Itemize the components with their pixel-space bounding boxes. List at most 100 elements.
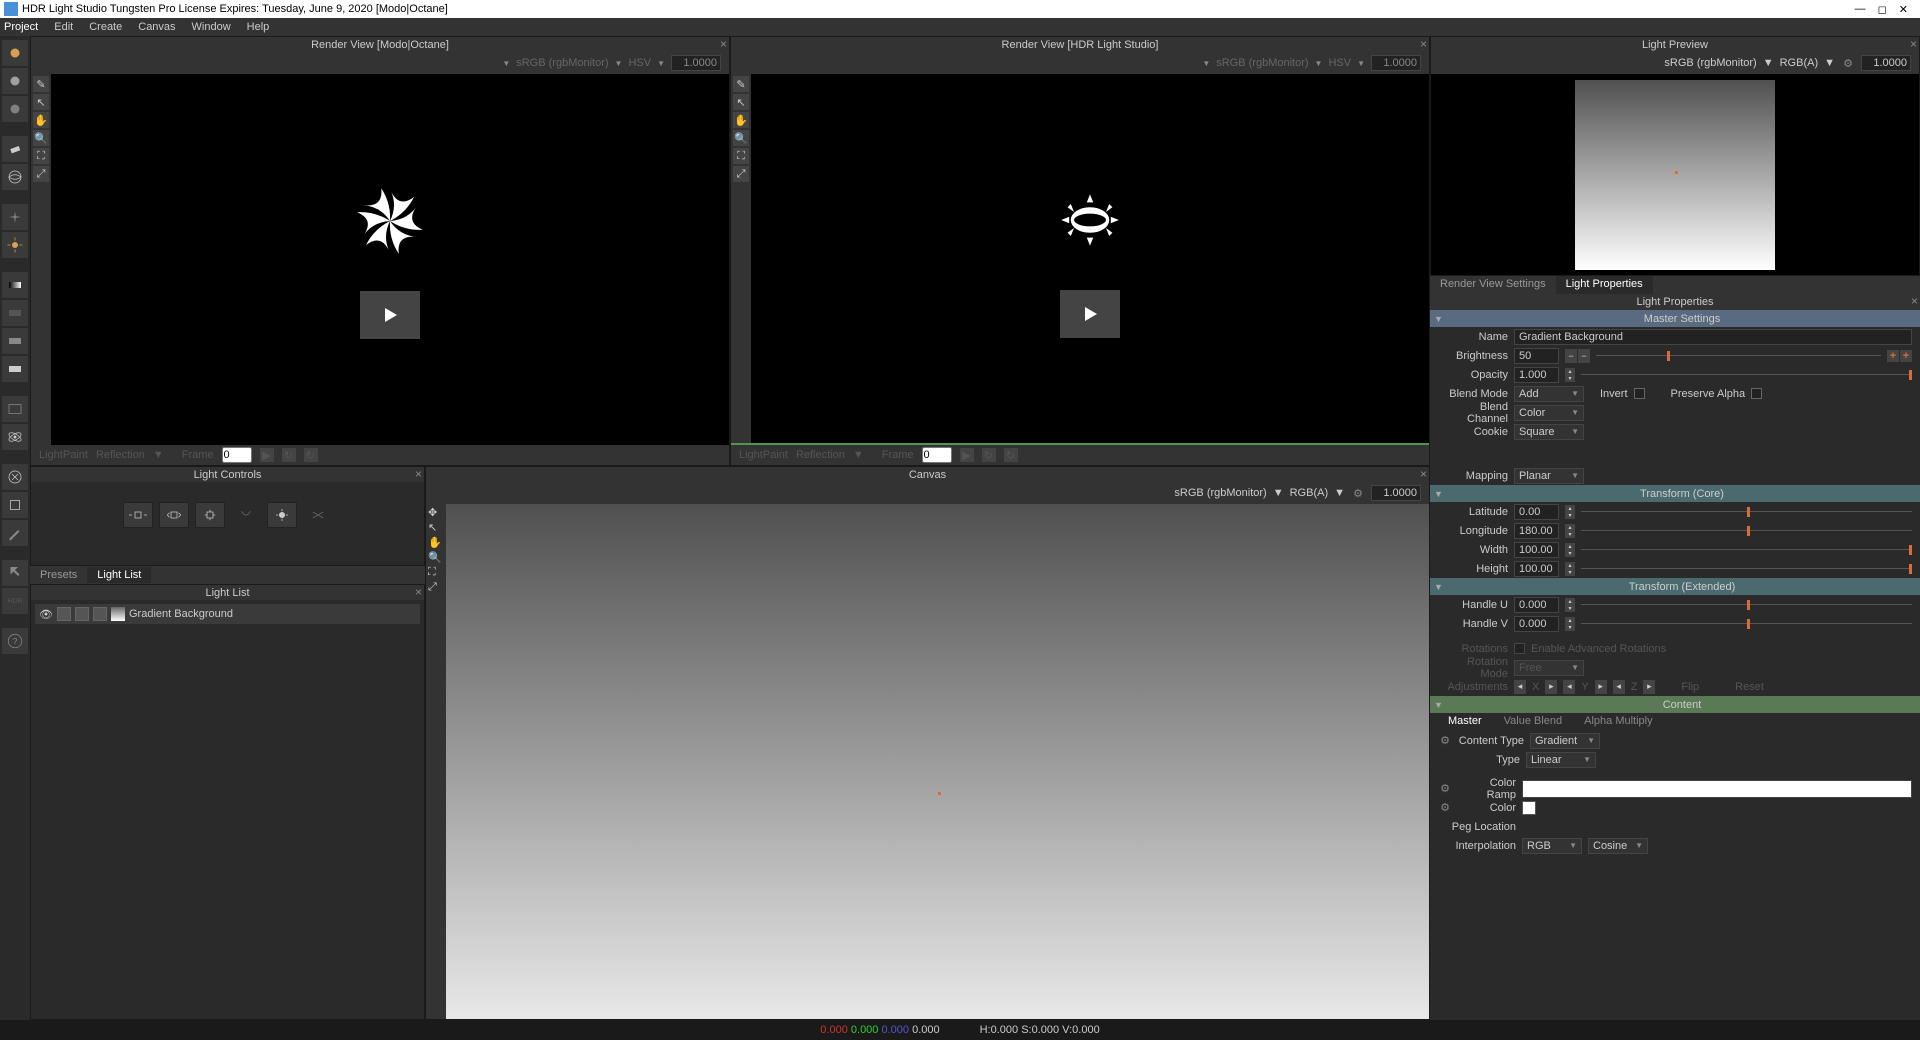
move-icon[interactable]: ✥: [428, 506, 444, 519]
fit-icon[interactable]: ⛶: [33, 148, 49, 164]
y-down[interactable]: ◂: [1563, 680, 1575, 694]
blendchannel-dropdown[interactable]: Color▼: [1514, 405, 1584, 421]
dropdown-icon[interactable]: ▼: [1273, 487, 1284, 499]
colorspace-label[interactable]: sRGB (rgbMonitor): [1664, 57, 1756, 69]
close-icon[interactable]: ✕: [1899, 3, 1908, 16]
spinner-up[interactable]: ▴: [1565, 617, 1575, 624]
handlev-input[interactable]: [1514, 616, 1559, 632]
play-button[interactable]: [360, 291, 420, 339]
colorspace-label[interactable]: sRGB (rgbMonitor): [516, 57, 608, 69]
height-input[interactable]: [1514, 561, 1559, 577]
maximize-icon[interactable]: ◻: [1878, 3, 1887, 16]
dropdown-icon[interactable]: ▼: [657, 59, 665, 68]
spinner-up[interactable]: ▴: [1565, 524, 1575, 531]
x-down[interactable]: ◂: [1514, 680, 1526, 694]
menu-project[interactable]: Project: [4, 21, 38, 33]
brush-icon[interactable]: ✎: [33, 76, 49, 92]
hand-icon[interactable]: ✋: [428, 536, 444, 549]
eye-icon[interactable]: 👁: [39, 607, 53, 621]
exposure-input[interactable]: [1861, 55, 1911, 71]
color-swatch[interactable]: [1522, 801, 1536, 815]
zoom-icon[interactable]: 🔍: [733, 130, 749, 146]
lc-btn-2[interactable]: [159, 502, 189, 528]
solo-box[interactable]: [57, 607, 71, 621]
refresh2-icon[interactable]: ↻: [1004, 448, 1018, 462]
section-transform-ext[interactable]: ▼Transform (Extended): [1430, 578, 1920, 595]
gear-icon[interactable]: ⚙: [1351, 486, 1365, 500]
dropdown-icon[interactable]: ▼: [1824, 57, 1835, 69]
expand-icon[interactable]: ⤢: [33, 166, 49, 182]
zoom-icon[interactable]: 🔍: [428, 551, 444, 564]
gear-icon[interactable]: ⚙: [1438, 782, 1452, 796]
spinner-up[interactable]: ▴: [1565, 368, 1575, 375]
dropdown-icon[interactable]: ▼: [1202, 59, 1210, 68]
mode-label[interactable]: HSV: [1328, 57, 1351, 69]
tab-presets[interactable]: Presets: [30, 567, 87, 583]
frame-input[interactable]: [922, 447, 952, 463]
tool-eraser[interactable]: [2, 136, 28, 162]
menu-canvas[interactable]: Canvas: [138, 21, 175, 33]
light-list-item[interactable]: 👁 Gradient Background: [35, 604, 420, 624]
tool-gradient3[interactable]: [2, 328, 28, 354]
frame-input[interactable]: [222, 447, 252, 463]
play-icon[interactable]: ▶: [960, 448, 974, 462]
menu-window[interactable]: Window: [192, 21, 231, 33]
latitude-input[interactable]: [1514, 504, 1559, 520]
tab-alpha-multiply[interactable]: Alpha Multiply: [1574, 713, 1662, 731]
section-transform-core[interactable]: ▼Transform (Core): [1430, 485, 1920, 502]
handlev-slider[interactable]: [1581, 618, 1912, 630]
refresh2-icon[interactable]: ↻: [304, 448, 318, 462]
refresh-icon[interactable]: ↻: [982, 448, 996, 462]
z-up[interactable]: ▸: [1643, 680, 1655, 694]
spinner-down[interactable]: ▾: [1565, 624, 1575, 631]
close-icon[interactable]: ×: [1910, 37, 1917, 51]
opacity-input[interactable]: [1514, 367, 1559, 383]
exposure-input[interactable]: [671, 55, 721, 71]
close-icon[interactable]: ×: [415, 467, 422, 481]
tab-value-blend[interactable]: Value Blend: [1494, 713, 1573, 731]
lock-box[interactable]: [93, 607, 107, 621]
close-icon[interactable]: ×: [415, 585, 422, 599]
spinner-up[interactable]: ▴: [1565, 543, 1575, 550]
close-icon[interactable]: ×: [1420, 467, 1427, 481]
render-viewport[interactable]: [51, 74, 729, 445]
flip-label[interactable]: Flip: [1681, 681, 1699, 693]
mode-label[interactable]: RGB(A): [1780, 57, 1819, 69]
fit-icon[interactable]: ⛶: [733, 148, 749, 164]
pointer-icon[interactable]: ↖: [428, 521, 444, 534]
lc-btn-4[interactable]: [231, 502, 261, 528]
cookie-dropdown[interactable]: Square▼: [1514, 424, 1584, 440]
plus-icon[interactable]: +: [1887, 350, 1899, 362]
play-button[interactable]: [1060, 290, 1120, 338]
reflection-label[interactable]: Reflection: [796, 449, 845, 461]
tool-help[interactable]: ?: [2, 628, 28, 654]
minimize-icon[interactable]: —: [1855, 3, 1866, 16]
spinner-down[interactable]: ▾: [1565, 512, 1575, 519]
canvas-viewport[interactable]: [446, 504, 1429, 1019]
mute-box[interactable]: [75, 607, 89, 621]
lc-btn-5[interactable]: [267, 502, 297, 528]
ctype-dropdown[interactable]: Gradient▼: [1530, 733, 1600, 749]
pointer-icon[interactable]: ↖: [733, 94, 749, 110]
spinner-down[interactable]: ▾: [1565, 605, 1575, 612]
tool-panel[interactable]: [2, 396, 28, 422]
tool-arrow[interactable]: [2, 560, 28, 586]
section-content[interactable]: ▼Content: [1430, 696, 1920, 713]
lc-btn-6[interactable]: [303, 502, 333, 528]
spinner-down[interactable]: ▾: [1565, 569, 1575, 576]
lc-btn-1[interactable]: [123, 502, 153, 528]
hand-icon[interactable]: ✋: [33, 112, 49, 128]
tool-sparkle[interactable]: [2, 204, 28, 230]
colorspace-label[interactable]: sRGB (rgbMonitor): [1216, 57, 1308, 69]
brightness-input[interactable]: [1514, 348, 1559, 364]
play-icon[interactable]: ▶: [260, 448, 274, 462]
gear-icon[interactable]: ⚙: [1438, 734, 1452, 748]
reset-label[interactable]: Reset: [1735, 681, 1764, 693]
longitude-slider[interactable]: [1581, 525, 1912, 537]
blendmode-dropdown[interactable]: Add▼: [1514, 386, 1584, 402]
mode-label[interactable]: HSV: [628, 57, 651, 69]
dropdown-icon[interactable]: ▼: [1315, 59, 1323, 68]
expand-icon[interactable]: ⤢: [428, 581, 444, 594]
step-down2[interactable]: −: [1578, 349, 1590, 363]
tool-gradient4[interactable]: [2, 356, 28, 382]
